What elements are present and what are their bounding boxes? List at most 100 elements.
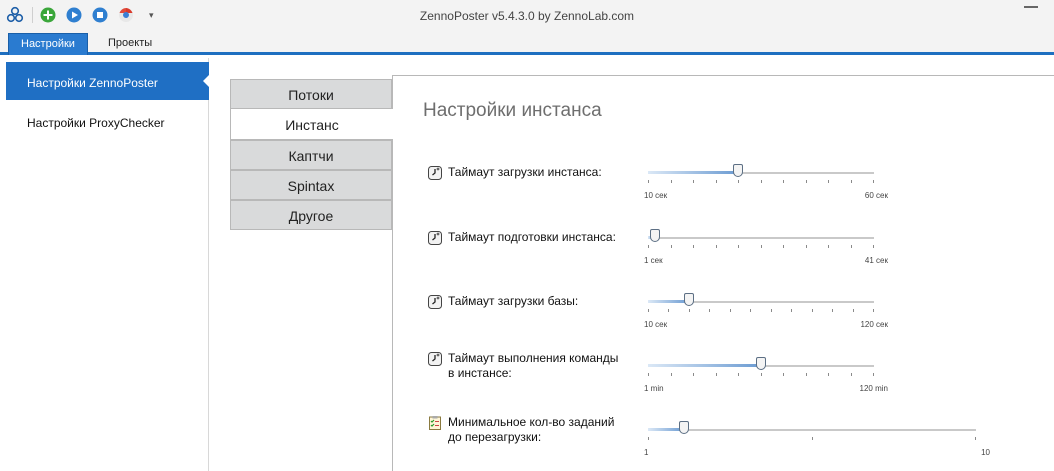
slider-tick <box>812 437 813 440</box>
tab-captcha[interactable]: Каптчи <box>230 140 392 170</box>
tab-settings[interactable]: Настройки <box>8 33 88 55</box>
slider-thumb[interactable] <box>684 293 694 306</box>
slider-thumb[interactable] <box>679 421 689 434</box>
checklist-icon <box>428 416 442 430</box>
clock-icon <box>428 352 442 366</box>
slider-fill <box>648 364 761 367</box>
tab-instance[interactable]: Инстанс <box>230 108 393 140</box>
slider-tick <box>828 180 829 183</box>
slider-track[interactable] <box>648 237 874 239</box>
slider-tick <box>648 180 649 183</box>
slider-ticks <box>648 180 874 184</box>
slider-tick <box>806 245 807 248</box>
sidebar-item-proxychecker-settings[interactable]: Настройки ProxyChecker <box>6 102 209 140</box>
title-bar: ▾ ZennoPoster v5.4.3.0 by ZennoLab.com <box>0 0 1054 31</box>
slider-tick <box>851 373 852 376</box>
slider-max-label: 10 <box>981 448 990 457</box>
tab-spintax[interactable]: Spintax <box>230 170 392 200</box>
slider-tick <box>873 373 874 376</box>
slider-ticks <box>648 309 874 313</box>
tab-threads[interactable]: Потоки <box>230 79 392 109</box>
slider-tick <box>648 373 649 376</box>
slider-tick <box>812 309 813 312</box>
slider-tick <box>716 245 717 248</box>
slider-tick <box>693 373 694 376</box>
slider-thumb[interactable] <box>756 357 766 370</box>
slider-tick <box>668 309 669 312</box>
slider-tick <box>873 309 874 312</box>
slider-tick <box>716 373 717 376</box>
slider-tick <box>853 309 854 312</box>
setting-label-line: Таймаут загрузки базы: <box>448 294 579 308</box>
slider-max-label: 120 сек <box>860 320 888 329</box>
slider-ticks <box>648 437 976 441</box>
setting-label: Минимальное кол-во заданий до перезагрузк… <box>448 415 614 445</box>
settings-panel: Настройки инстанса Таймаут загрузки инст… <box>392 75 1054 471</box>
slider-tick <box>709 309 710 312</box>
slider-fill <box>648 300 689 303</box>
page-title: Настройки инстанса <box>423 100 602 121</box>
slider-tick <box>851 180 852 183</box>
slider-tick <box>873 180 874 183</box>
setting-label-line: Таймаут выполнения команды <box>448 351 619 365</box>
slider-tick <box>873 245 874 248</box>
slider-max-label: 60 сек <box>864 191 888 200</box>
slider-tick <box>648 437 649 440</box>
setting-label-line: до перезагрузки: <box>448 430 542 444</box>
slider-min-label: 1 min <box>644 384 664 393</box>
tab-projects[interactable]: Проекты <box>96 33 164 55</box>
sidebar: Настройки ZennoPoster Настройки ProxyChe… <box>0 58 210 471</box>
setting-label-line: Таймаут подготовки инстанса: <box>448 230 616 244</box>
slider-tick <box>783 180 784 183</box>
clock-icon <box>428 166 442 180</box>
ribbon-tab-bar: Настройки Проекты <box>0 31 1054 55</box>
slider-tick <box>828 373 829 376</box>
slider-tick <box>851 245 852 248</box>
slider-tick <box>828 245 829 248</box>
setting-label: Таймаут подготовки инстанса: <box>448 230 616 245</box>
slider-tick <box>693 180 694 183</box>
slider-tick <box>761 245 762 248</box>
setting-label-line: в инстансе: <box>448 366 512 380</box>
window-title: ZennoPoster v5.4.3.0 by ZennoLab.com <box>419 9 635 23</box>
slider-tick <box>832 309 833 312</box>
slider-tick <box>689 309 690 312</box>
slider-tick <box>761 180 762 183</box>
sidebar-item-zennoposter-settings[interactable]: Настройки ZennoPoster <box>6 62 210 100</box>
tab-other[interactable]: Другое <box>230 200 392 230</box>
slider-tick <box>750 309 751 312</box>
slider-tick <box>806 180 807 183</box>
slider-tick <box>671 373 672 376</box>
slider-tick <box>738 373 739 376</box>
slider-thumb[interactable] <box>733 164 743 177</box>
slider-ticks <box>648 373 874 377</box>
clock-icon <box>428 231 442 245</box>
setting-label-line: Таймаут загрузки инстанса: <box>448 165 602 179</box>
slider-tick <box>771 309 772 312</box>
slider-tick <box>648 309 649 312</box>
setting-label: Таймаут загрузки базы: <box>448 294 578 309</box>
slider-tick <box>693 245 694 248</box>
slider-max-label: 120 min <box>859 384 888 393</box>
setting-label: Таймаут выполнения команды в инстансе: <box>448 351 618 381</box>
slider-fill <box>648 171 738 174</box>
slider-tick <box>738 245 739 248</box>
slider-tick <box>761 373 762 376</box>
slider-thumb[interactable] <box>650 229 660 242</box>
slider-min-label: 10 сек <box>644 320 668 329</box>
slider-tick <box>783 245 784 248</box>
slider-tick <box>671 180 672 183</box>
slider-track[interactable] <box>648 429 976 431</box>
slider-tick <box>648 245 649 248</box>
slider-tick <box>716 180 717 183</box>
minimize-icon[interactable] <box>1024 6 1038 8</box>
slider-tick <box>730 309 731 312</box>
slider-tick <box>738 180 739 183</box>
slider-ticks <box>648 245 874 249</box>
setting-label-line: Минимальное кол-во заданий <box>448 415 615 429</box>
slider-tick <box>671 245 672 248</box>
setting-label: Таймаут загрузки инстанса: <box>448 165 602 180</box>
slider-min-label: 10 сек <box>644 191 668 200</box>
slider-tick <box>791 309 792 312</box>
slider-min-label: 1 <box>644 448 649 457</box>
